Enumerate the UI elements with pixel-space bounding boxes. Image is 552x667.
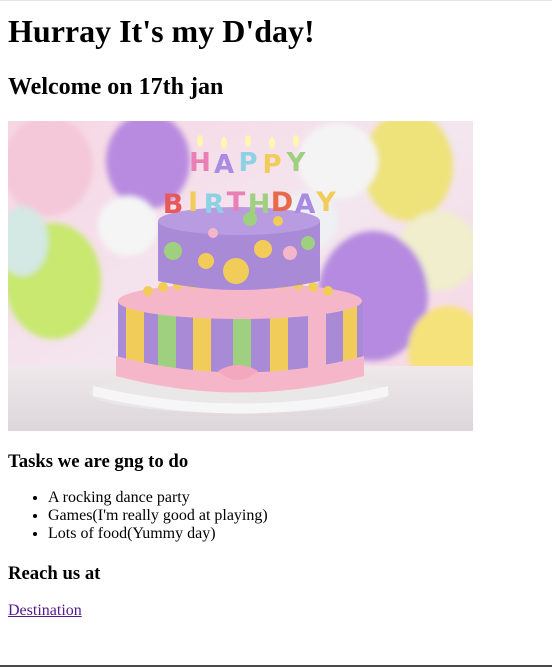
candle-letter: Y: [315, 187, 336, 218]
tasks-heading: Tasks we are gng to do: [8, 451, 189, 472]
birthday-cake-image: H A P P Y B I R T H D A Y: [8, 121, 473, 431]
candle-letter: P: [262, 150, 281, 180]
candle-letter: Y: [286, 148, 307, 178]
candle-letter: T: [227, 187, 246, 218]
tasks-list: A rocking dance party Games(I'm really g…: [8, 489, 544, 543]
candle-letter: A: [295, 189, 316, 220]
candle-letter: D: [271, 187, 293, 218]
destination-link[interactable]: Destination: [8, 602, 82, 620]
list-item: Lots of food(Yummy day): [48, 525, 544, 543]
candle-letter: H: [189, 148, 211, 178]
list-item: A rocking dance party: [48, 489, 544, 507]
candle-letter: H: [248, 189, 271, 220]
candle-letter: B: [163, 189, 184, 220]
page-content: Hurray It's my D'day! Welcome on 17th ja…: [0, 13, 552, 620]
page-title: Hurray It's my D'day!: [8, 13, 315, 49]
candle-letter: I: [188, 187, 198, 218]
candle-letter: R: [204, 189, 225, 220]
candle-letters-happy: H A P P Y: [189, 148, 306, 180]
candle-letter: P: [238, 148, 257, 178]
candle-letter: A: [214, 150, 234, 180]
contact-heading: Reach us at: [8, 563, 101, 584]
list-item: Games(I'm really good at playing): [48, 507, 544, 525]
candle-letters-birthday: B I R T H D A Y: [163, 187, 337, 220]
welcome-subtitle: Welcome on 17th jan: [8, 74, 224, 100]
